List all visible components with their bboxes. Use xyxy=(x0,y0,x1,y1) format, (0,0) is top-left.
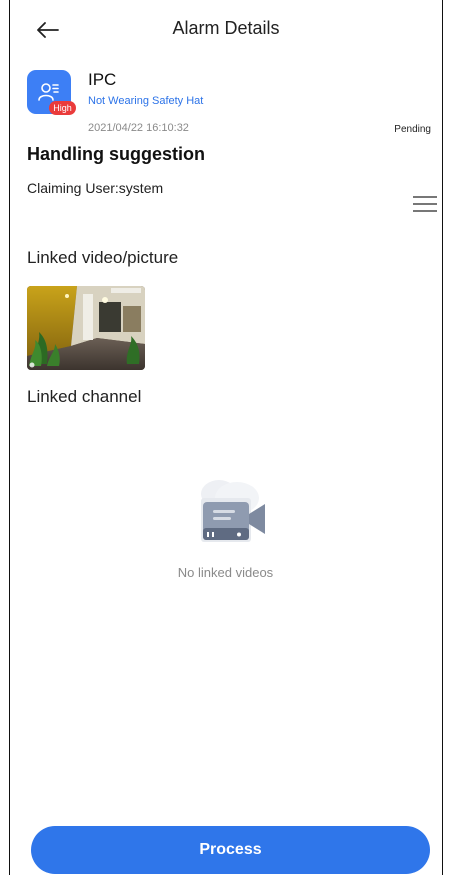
hamburger-menu-icon[interactable] xyxy=(413,196,437,214)
empty-state-text: No linked videos xyxy=(177,565,274,580)
process-button[interactable]: Process xyxy=(31,826,430,874)
handling-suggestion-heading: Handling suggestion xyxy=(27,144,205,164)
page-title: Alarm Details xyxy=(172,18,280,38)
alarm-timestamp: 2021/04/22 16:10:32 xyxy=(88,122,189,134)
alarm-type: Not Wearing Safety Hat xyxy=(88,95,204,107)
alarm-level-badge: High xyxy=(49,101,76,115)
alarm-status: Pending xyxy=(394,124,431,135)
linked-video-heading: Linked video/picture xyxy=(27,248,179,267)
video-camera-icon xyxy=(193,472,273,552)
right-border xyxy=(442,0,443,875)
device-name: IPC xyxy=(88,70,117,89)
app-header: Alarm Details xyxy=(10,0,442,60)
alarm-snapshot-thumbnail[interactable] xyxy=(27,286,145,370)
linked-channel-heading: Linked channel xyxy=(27,387,142,406)
left-border xyxy=(9,0,10,875)
claiming-user-text: Claiming User:system xyxy=(27,180,164,196)
